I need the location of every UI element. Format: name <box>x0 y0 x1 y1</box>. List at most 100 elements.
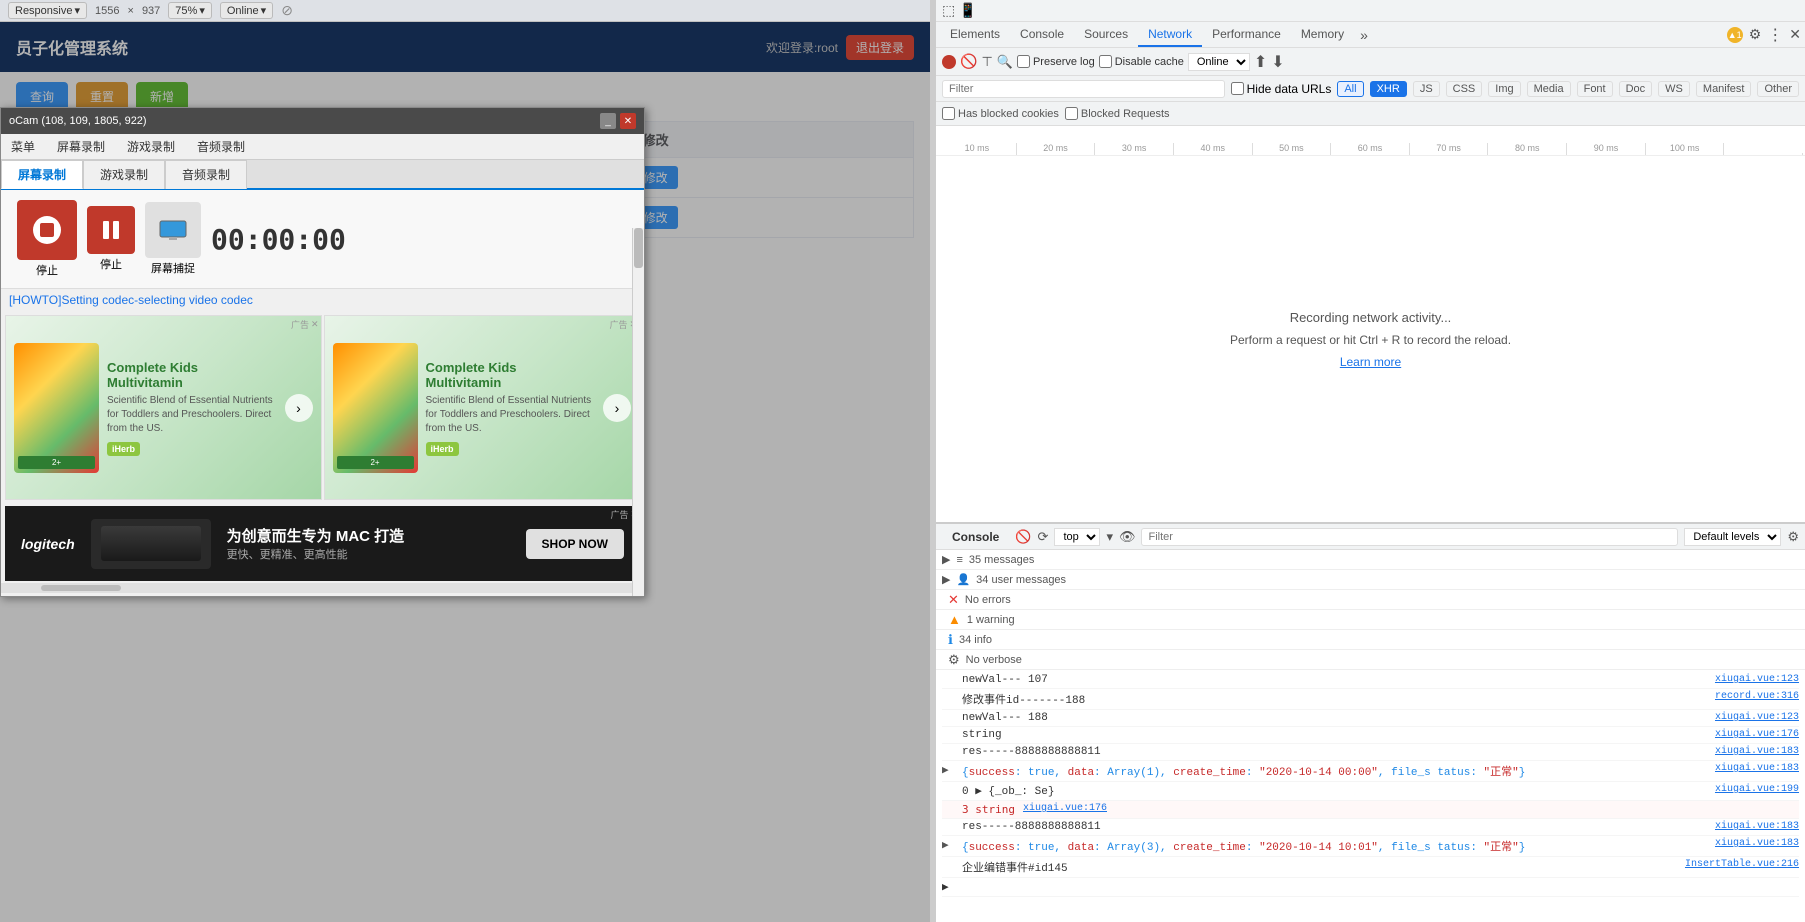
log-source-5[interactable]: xiugai.vue:183 <box>1715 763 1799 774</box>
devtools-settings-button[interactable]: ⚙ <box>1749 26 1762 43</box>
tab-performance[interactable]: Performance <box>1202 23 1291 47</box>
console-settings-button[interactable]: ⚙ <box>1787 529 1799 545</box>
tick-60ms: 60 ms <box>1331 143 1410 155</box>
tab-more-icon[interactable]: » <box>1354 23 1374 47</box>
filter-js[interactable]: JS <box>1413 81 1440 97</box>
inspect-icon[interactable]: ⬚ <box>942 2 955 19</box>
console-filter-input[interactable] <box>1141 528 1678 546</box>
disable-cache-checkbox[interactable]: Disable cache <box>1099 55 1184 68</box>
network-filter-bar2: Has blocked cookies Blocked Requests <box>936 102 1805 126</box>
filter-button[interactable]: ⊤ <box>981 54 992 70</box>
monitor-icon <box>159 220 187 240</box>
clear-button[interactable]: 🚫 <box>960 53 977 70</box>
log-line-1: 修改事件id-------188 record.vue:316 <box>942 689 1799 710</box>
ocam-screen-capture-button[interactable] <box>145 202 201 258</box>
ocam-stop-button[interactable] <box>17 200 77 260</box>
console-messages-group-info[interactable]: ℹ 34 info <box>936 630 1805 650</box>
export-button[interactable]: ⬇ <box>1271 52 1284 72</box>
shop-now-button[interactable]: SHOP NOW <box>526 529 624 559</box>
ad-arrow-2[interactable]: › <box>603 394 631 422</box>
import-button[interactable]: ⬆ <box>1254 52 1267 72</box>
log-source-2[interactable]: xiugai.vue:123 <box>1715 712 1799 723</box>
has-blocked-cookies-checkbox[interactable]: Has blocked cookies <box>942 107 1059 120</box>
console-eye-button[interactable]: 👁 <box>1119 529 1136 545</box>
console-messages-group-errors[interactable]: ✕ No errors <box>936 590 1805 610</box>
console-messages-group-all[interactable]: ▶ ≡ 35 messages <box>936 550 1805 570</box>
console-filter-toggle[interactable]: ▾ <box>1106 529 1113 545</box>
log-source-9[interactable]: xiugai.vue:183 <box>1715 838 1799 849</box>
ocam-pause-button[interactable] <box>87 206 135 254</box>
log-source-10[interactable]: InsertTable.vue:216 <box>1685 859 1799 870</box>
device-icon[interactable]: 📱 <box>959 2 976 19</box>
logitech-ad: 广告 ✕ logitech 为创意而生专为 MAC 打造 更快、更精准、更高性能… <box>5 506 640 581</box>
log-source-7[interactable]: xiugai.vue:176 <box>1023 803 1107 814</box>
ocam-tab-game[interactable]: 游戏录制 <box>83 160 165 189</box>
preserve-log-input[interactable] <box>1017 55 1030 68</box>
log-source-8[interactable]: xiugai.vue:183 <box>1715 821 1799 832</box>
tab-sources[interactable]: Sources <box>1074 23 1138 47</box>
log-content-7: 3 string <box>962 803 1015 816</box>
online-button[interactable]: Online ▾ <box>220 2 273 19</box>
filter-doc[interactable]: Doc <box>1619 81 1653 97</box>
resize-handle[interactable] <box>930 0 935 922</box>
console-history-button[interactable]: ⟳ <box>1038 529 1049 545</box>
filter-ws[interactable]: WS <box>1658 81 1690 97</box>
console-level-select[interactable]: Default levels <box>1684 528 1781 546</box>
filter-css[interactable]: CSS <box>1446 81 1483 97</box>
filter-all[interactable]: All <box>1337 81 1363 97</box>
preserve-log-checkbox[interactable]: Preserve log <box>1017 55 1095 68</box>
ad-arrow-1[interactable]: › <box>285 394 313 422</box>
ocam-menu-item-1[interactable]: 屏幕录制 <box>47 134 115 159</box>
filter-other[interactable]: Other <box>1757 81 1799 97</box>
tab-console[interactable]: Console <box>1010 23 1074 47</box>
hide-data-urls-checkbox[interactable]: Hide data URLs <box>1231 82 1332 96</box>
ocam-menu-item-0[interactable]: 菜单 <box>1 134 45 159</box>
right-scrollbar[interactable] <box>632 228 644 596</box>
throttling-select[interactable]: Online <box>1188 53 1250 71</box>
log-source-0[interactable]: xiugai.vue:123 <box>1715 674 1799 685</box>
log-source-3[interactable]: xiugai.vue:176 <box>1715 729 1799 740</box>
ad-image-area-1: 2+ Complete Kids Multivitamin Scientific… <box>6 316 321 499</box>
ocam-tab-screen[interactable]: 屏幕录制 <box>1 160 83 189</box>
howto-link[interactable]: [HOWTO]Setting codec-selecting video cod… <box>1 289 644 311</box>
disable-cache-input[interactable] <box>1099 55 1112 68</box>
filter-img[interactable]: Img <box>1488 81 1520 97</box>
filter-manifest[interactable]: Manifest <box>1696 81 1752 97</box>
vertical-scroll-thumb[interactable] <box>634 228 643 268</box>
devtools-more-button[interactable]: ⋮ <box>1767 25 1783 45</box>
console-context-select[interactable]: top <box>1054 528 1100 546</box>
ocam-close-button[interactable]: ✕ <box>620 113 636 129</box>
zoom-button[interactable]: 75% ▾ <box>168 2 212 19</box>
search-button[interactable]: 🔍 <box>997 54 1013 70</box>
filter-font[interactable]: Font <box>1577 81 1613 97</box>
console-messages-group-verbose[interactable]: ⚙ No verbose <box>936 650 1805 670</box>
responsive-button[interactable]: Responsive ▾ <box>8 2 87 19</box>
logitech-logo: logitech <box>21 536 75 552</box>
ad-subtext-1: Scientific Blend of Essential Nutrients … <box>107 394 277 436</box>
filter-xhr[interactable]: XHR <box>1370 81 1407 97</box>
blocked-requests-checkbox[interactable]: Blocked Requests <box>1065 107 1170 120</box>
learn-more-link[interactable]: Learn more <box>1340 355 1401 369</box>
ad-box-2: 广告 ✕ 2+ Complete Kids Multivitamin Scien… <box>324 315 641 500</box>
filter-media[interactable]: Media <box>1527 81 1571 97</box>
log-source-1[interactable]: record.vue:316 <box>1715 691 1799 702</box>
tab-elements[interactable]: Elements <box>940 23 1010 47</box>
log-source-6[interactable]: xiugai.vue:199 <box>1715 784 1799 795</box>
record-button[interactable] <box>942 55 956 69</box>
tab-network[interactable]: Network <box>1138 23 1202 47</box>
log-source-4[interactable]: xiugai.vue:183 <box>1715 746 1799 757</box>
ocam-menu-item-3[interactable]: 音频录制 <box>187 134 255 159</box>
ocam-minimize-button[interactable]: _ <box>600 113 616 129</box>
devtools-close-button[interactable]: ✕ <box>1789 26 1801 43</box>
console-log-area: newVal--- 107 xiugai.vue:123 修改事件id-----… <box>936 670 1805 922</box>
filter-input[interactable] <box>942 80 1225 98</box>
ocam-tab-audio[interactable]: 音频录制 <box>165 160 247 189</box>
console-messages-group-user[interactable]: ▶ 👤 34 user messages <box>936 570 1805 590</box>
horizontal-scroll-thumb[interactable] <box>41 585 121 591</box>
console-clear-button[interactable]: 🚫 <box>1015 529 1031 545</box>
tab-memory[interactable]: Memory <box>1291 23 1354 47</box>
bottom-scrollbar[interactable] <box>1 583 644 593</box>
console-messages-group-warnings[interactable]: ▲ 1 warning <box>936 610 1805 630</box>
ocam-menu-item-2[interactable]: 游戏录制 <box>117 134 185 159</box>
log-line-8: res-----8888888888811 xiugai.vue:183 <box>942 819 1799 836</box>
